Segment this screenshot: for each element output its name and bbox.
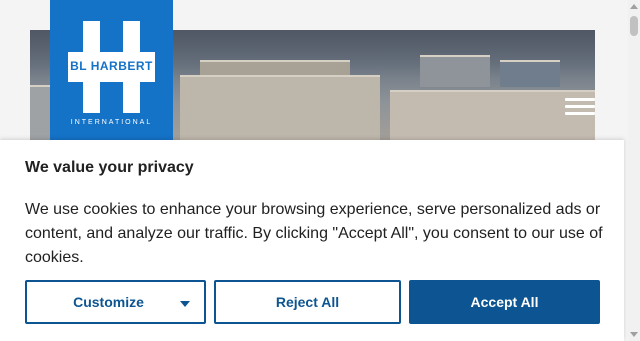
consent-title: We value your privacy <box>25 159 194 176</box>
cookie-consent-banner: We value your privacy We use cookies to … <box>0 140 624 341</box>
scroll-down-arrow-icon[interactable] <box>630 332 638 337</box>
hero-building <box>180 75 380 150</box>
page-scrollbar[interactable] <box>628 0 640 341</box>
scrollbar-thumb[interactable] <box>630 16 638 36</box>
consent-message: We use cookies to enhance your browsing … <box>25 201 603 266</box>
reject-all-button[interactable]: Reject All <box>214 280 401 324</box>
customize-button[interactable]: Customize <box>25 280 206 324</box>
logo-subtitle: INTERNATIONAL <box>70 119 153 126</box>
hero-building <box>500 60 560 87</box>
menu-bar <box>565 105 595 108</box>
menu-bar <box>565 98 595 101</box>
chevron-down-icon <box>180 301 190 307</box>
accept-all-button[interactable]: Accept All <box>409 280 600 324</box>
hero-building <box>420 55 490 87</box>
customize-label: Customize <box>73 294 144 310</box>
hamburger-menu-icon[interactable] <box>565 95 595 121</box>
scroll-up-arrow-icon[interactable] <box>630 4 638 9</box>
company-logo[interactable]: BL HARBERT INTERNATIONAL <box>50 0 173 140</box>
menu-bar <box>565 112 595 115</box>
logo-brand-text: BL HARBERT <box>70 59 153 73</box>
